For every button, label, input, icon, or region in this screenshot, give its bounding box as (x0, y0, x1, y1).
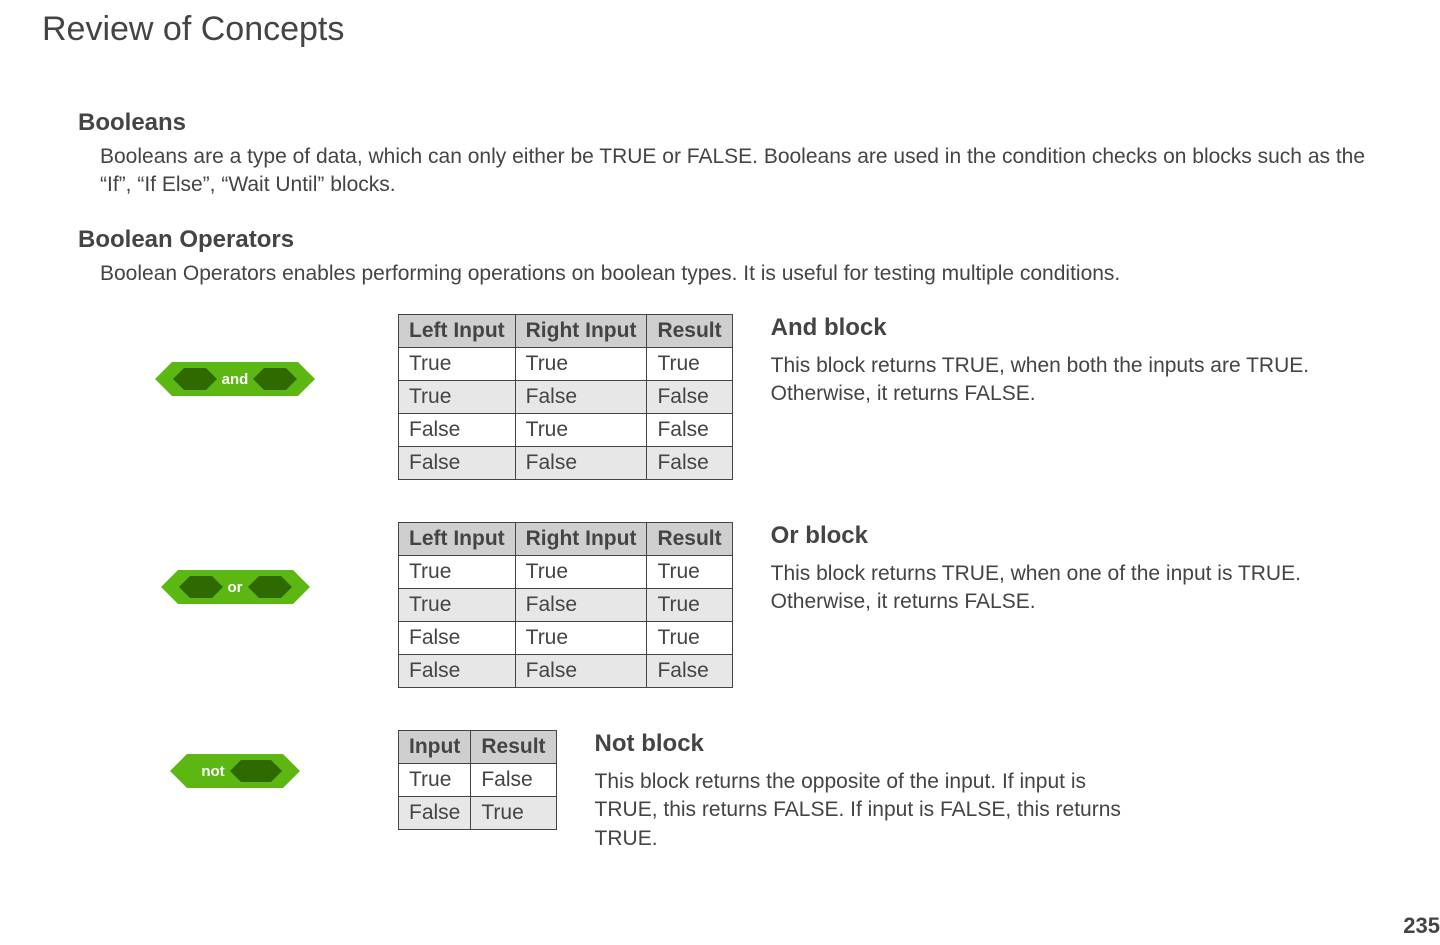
not-th-1: Result (471, 731, 556, 764)
not-row: not Input Result True False (100, 730, 1398, 853)
cell: False (399, 622, 516, 655)
cell: False (647, 414, 732, 447)
cell: True (399, 556, 516, 589)
cell: True (515, 556, 647, 589)
not-block-col: not (100, 730, 370, 788)
cell: True (515, 622, 647, 655)
and-block-col: and (100, 314, 370, 396)
cell: False (647, 381, 732, 414)
or-left-slot-icon (190, 576, 212, 598)
booleans-body: Booleans are a type of data, which can o… (100, 143, 1398, 200)
not-desc-heading: Not block (595, 730, 1135, 758)
table-row: False True False (399, 414, 733, 447)
cell: False (515, 381, 647, 414)
and-table-col: Left Input Right Input Result True True … (398, 314, 733, 480)
or-right-slot-icon (259, 576, 281, 598)
not-truth-table: Input Result True False False True (398, 730, 557, 830)
table-row: True False True (399, 589, 733, 622)
table-row: True True True (399, 556, 733, 589)
not-table-col: Input Result True False False True (398, 730, 557, 830)
or-truth-table: Left Input Right Input Result True True … (398, 522, 733, 688)
cell: True (647, 556, 732, 589)
cell: False (399, 447, 516, 480)
boolean-operators-heading: Boolean Operators (78, 226, 1398, 254)
cell: True (515, 348, 647, 381)
or-desc-col: Or block This block returns TRUE, when o… (761, 522, 1311, 617)
not-block-icon: not (187, 754, 282, 788)
and-th-1: Right Input (515, 315, 647, 348)
cell: True (399, 589, 516, 622)
cell: False (515, 655, 647, 688)
and-row: and Left Input Right Input Result True (100, 314, 1398, 480)
table-row: False False False (399, 655, 733, 688)
and-desc-heading: And block (771, 314, 1311, 342)
and-left-slot-icon (184, 368, 206, 390)
or-block-icon: or (178, 570, 293, 604)
or-table-col: Left Input Right Input Result True True … (398, 522, 733, 688)
cell: False (399, 797, 471, 830)
table-row: True True True (399, 348, 733, 381)
and-truth-table: Left Input Right Input Result True True … (398, 314, 733, 480)
cell: False (399, 655, 516, 688)
cell: False (471, 764, 556, 797)
or-desc-heading: Or block (771, 522, 1311, 550)
or-block-label: or (228, 579, 243, 596)
and-th-0: Left Input (399, 315, 516, 348)
not-block-label: not (201, 763, 224, 780)
page: Review of Concepts Booleans Booleans are… (0, 10, 1440, 945)
cell: False (647, 655, 732, 688)
and-block-icon: and (172, 362, 299, 396)
cell: True (399, 764, 471, 797)
cell: False (515, 589, 647, 622)
not-desc-col: Not block This block returns the opposit… (585, 730, 1135, 853)
or-block-col: or (100, 522, 370, 604)
or-th-0: Left Input (399, 523, 516, 556)
cell: True (399, 381, 516, 414)
boolean-operators-body: Boolean Operators enables performing ope… (100, 260, 1398, 288)
cell: False (515, 447, 647, 480)
or-th-2: Result (647, 523, 732, 556)
not-th-0: Input (399, 731, 471, 764)
and-desc-body: This block returns TRUE, when both the i… (771, 352, 1311, 409)
page-number: 235 (1403, 913, 1440, 939)
table-row: False True True (399, 622, 733, 655)
cell: True (647, 589, 732, 622)
table-row: True False False (399, 381, 733, 414)
and-th-2: Result (647, 315, 732, 348)
table-row: True False (399, 764, 557, 797)
and-desc-col: And block This block returns TRUE, when … (761, 314, 1311, 409)
cell: False (399, 414, 516, 447)
not-desc-body: This block returns the opposite of the i… (595, 768, 1135, 853)
table-row: False False False (399, 447, 733, 480)
table-row: False True (399, 797, 557, 830)
and-right-slot-icon (264, 368, 286, 390)
not-slot-icon (241, 760, 271, 782)
or-desc-body: This block returns TRUE, when one of the… (771, 560, 1311, 617)
cell: True (647, 348, 732, 381)
booleans-heading: Booleans (78, 109, 1398, 137)
cell: True (399, 348, 516, 381)
page-title: Review of Concepts (42, 10, 1398, 49)
or-th-1: Right Input (515, 523, 647, 556)
cell: True (515, 414, 647, 447)
or-row: or Left Input Right Input Result True (100, 522, 1398, 688)
cell: False (647, 447, 732, 480)
cell: True (647, 622, 732, 655)
and-block-label: and (222, 371, 249, 388)
cell: True (471, 797, 556, 830)
